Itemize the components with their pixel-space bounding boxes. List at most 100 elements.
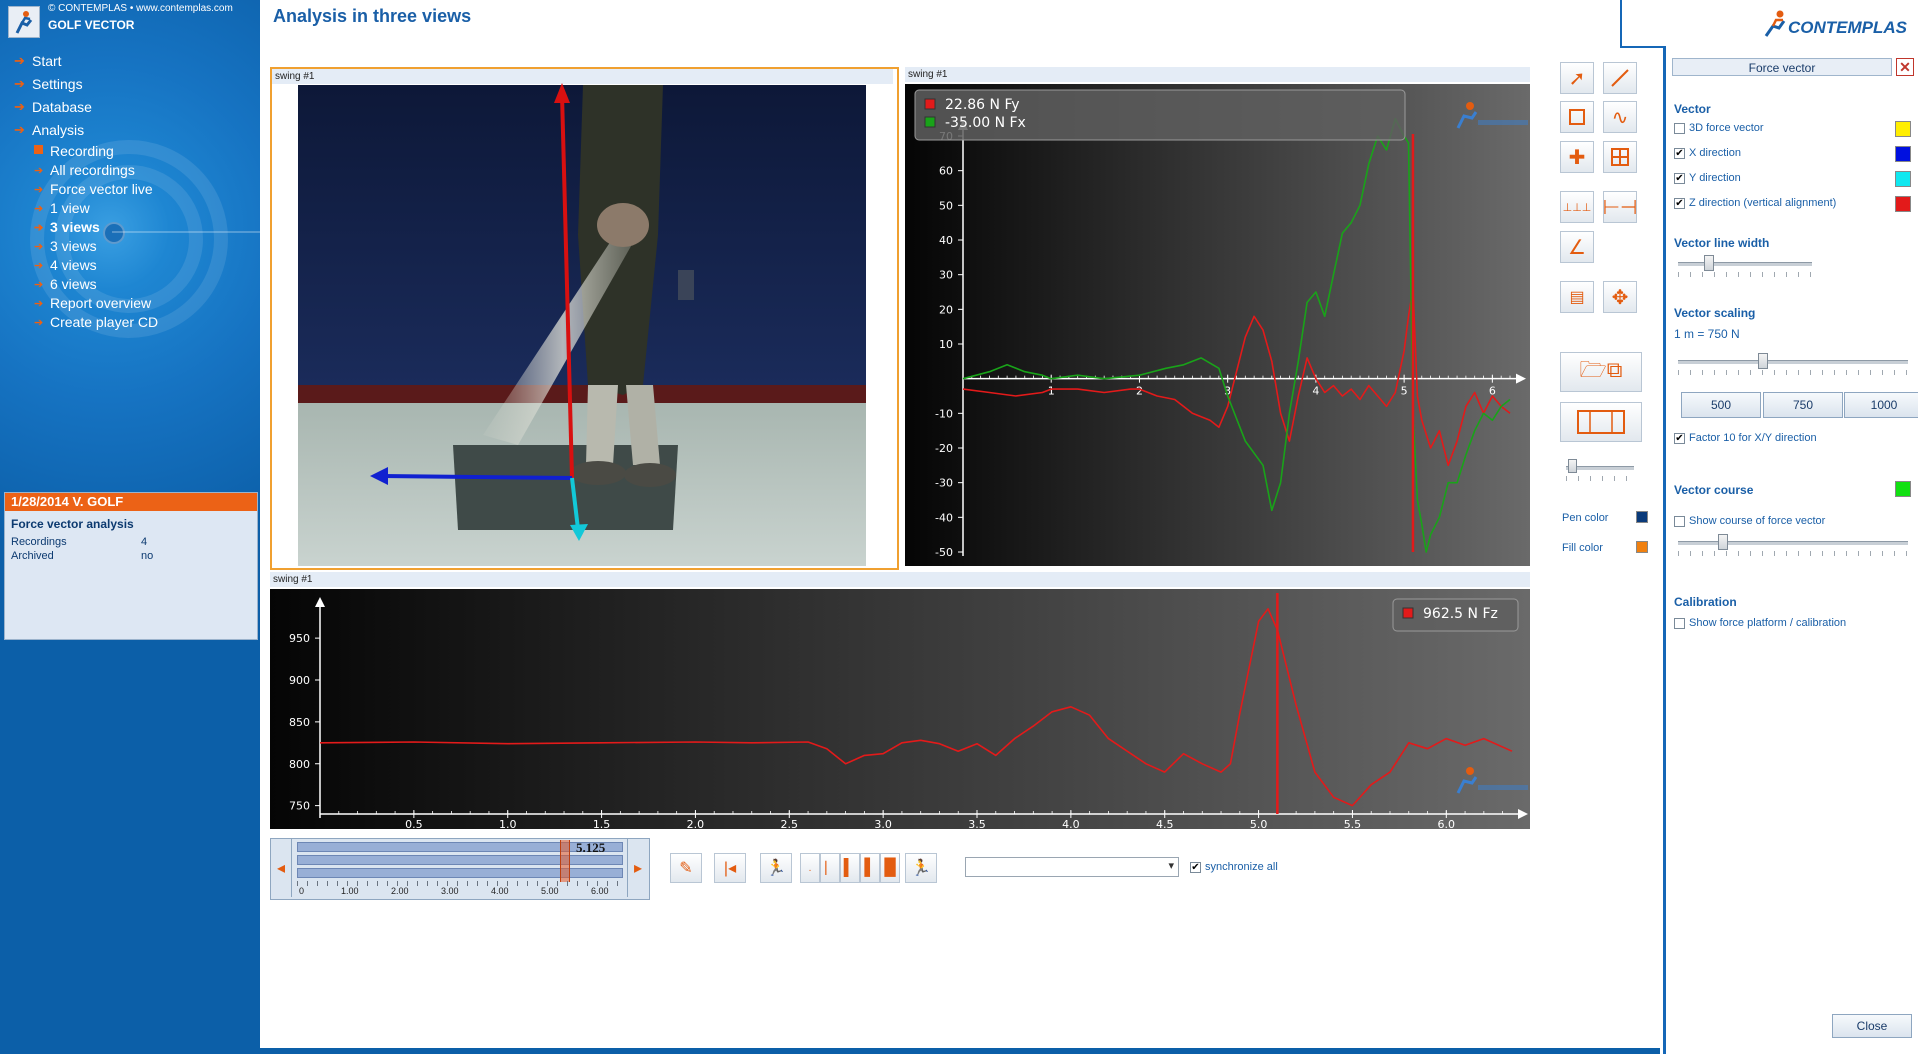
measure-tool-button[interactable]: ⊢⊣ [1603,191,1637,223]
speed-5-button[interactable]: █ [880,853,900,883]
z-force-chart-pane[interactable]: swing #1 950 900 850 800 750 0.5 1.0 1.5 2.0 2.5 3… [270,572,1530,829]
faster-button[interactable]: 🏃 [905,853,937,883]
grid-tool-button[interactable] [1603,141,1637,173]
y-tick-label: 950 [289,632,310,645]
sub-item-create-player-cd[interactable]: ➔ Create player CD [34,314,158,330]
nav-item-analysis[interactable]: ➔ Analysis [14,122,84,138]
nav-item-settings[interactable]: ➔ Settings [14,76,83,92]
checkbox[interactable]: ✔ [1674,147,1685,159]
transparency-slider[interactable] [1566,459,1634,481]
slider-thumb[interactable] [1568,459,1577,473]
option-show-course[interactable]: Show course of force vector [1674,515,1825,527]
slider-thumb[interactable] [1758,353,1768,369]
timeline-prev-button[interactable]: ◂ [271,839,292,897]
notes-tool-button[interactable]: ▤ [1560,281,1594,313]
timeline-scrubber[interactable]: ◂ ▸ 5.125 0 1.00 2.00 3.00 4.00 5.00 6.00 [270,838,650,900]
color-swatch-cyan[interactable] [1895,171,1911,187]
xy-force-chart-pane[interactable]: swing #1 70605040302010-10-20-30-40-5012… [905,67,1530,566]
fill-color-swatch[interactable] [1636,541,1648,553]
fill-color-label: Fill color [1562,542,1603,554]
archived-value: no [141,550,154,562]
view-select[interactable]: ▾ [965,857,1179,877]
speed-1-button[interactable]: . [800,853,820,883]
angle-tool-button[interactable]: ∠ [1560,231,1594,263]
color-swatch-red[interactable] [1895,196,1911,212]
close-button[interactable]: Close [1832,1014,1912,1038]
checkbox[interactable]: ✔ [1674,432,1685,444]
option-factor-10[interactable]: ✔ Factor 10 for X/Y direction [1674,432,1817,444]
checkbox[interactable] [1674,515,1685,527]
arrow-tool-button[interactable]: ➚ [1560,62,1594,94]
option-y-direction[interactable]: ✔ Y direction [1674,172,1741,184]
speed-2-button[interactable]: ▏ [820,853,840,883]
checkbox[interactable]: ✔ [1674,197,1685,209]
filmstrip-button[interactable] [1560,402,1642,442]
color-swatch-green[interactable] [1895,481,1911,497]
numbering-tool-button[interactable]: ⊥⊥⊥ [1560,191,1594,223]
timeline-next-button[interactable]: ▸ [627,839,648,897]
slider-thumb[interactable] [1704,255,1714,271]
timeline-track[interactable] [297,855,623,865]
nav-label: Start [32,53,62,69]
nav-item-start[interactable]: ➔ Start [14,53,62,69]
sub-item-3-views[interactable]: ➔ 3 views [34,238,97,254]
checkbox[interactable]: ✔ [1674,172,1685,184]
line-width-slider[interactable] [1678,255,1812,277]
pen-color-swatch[interactable] [1636,511,1648,523]
option-x-direction[interactable]: ✔ X direction [1674,147,1741,159]
force-vector-panel: Force vector ✕ Vector 3D force vector ✔ X… [1663,46,1918,1054]
slower-button[interactable]: 🏃 [760,853,792,883]
option-3d-force-vector[interactable]: 3D force vector [1674,122,1764,134]
go-to-start-button[interactable]: |◂ [714,853,746,883]
video-pane[interactable]: swing #1 [270,67,899,570]
toggle-marker-button[interactable]: ✎ [670,853,702,883]
crosshair-tool-button[interactable]: ✚ [1560,141,1594,173]
close-icon[interactable]: ✕ [1896,58,1914,76]
checkbox[interactable] [1674,122,1685,134]
checkbox[interactable] [1674,617,1685,629]
timeline-tick-label: 2.00 [391,886,409,896]
timeline-cursor[interactable] [560,840,571,882]
filmstrip-icon [1577,410,1625,434]
slider-thumb[interactable] [1718,534,1728,550]
speed-4-button[interactable]: ▌ [860,853,880,883]
arrow-right-icon: ➔ [34,221,44,234]
marker-icon: ✎ [679,860,693,877]
timeline-tick-label: 3.00 [441,886,459,896]
color-swatch-yellow[interactable] [1895,121,1911,137]
arrow-right-icon: ➔ [34,278,44,291]
rectangle-tool-button[interactable] [1560,101,1594,133]
sub-item-force-vector-live[interactable]: ➔ Force vector live [34,181,153,197]
curve-tool-button[interactable]: ∿ [1603,101,1637,133]
speed-3-button[interactable]: ▍ [840,853,860,883]
sub-item-4-views[interactable]: ➔ 4 views [34,257,97,273]
course-slider[interactable] [1678,534,1908,556]
legend-label: 962.5 N Fz [1423,606,1498,622]
synchronize-all-option[interactable]: ✔ synchronize all [1190,861,1278,873]
sub-label: Create player CD [50,314,159,330]
option-show-calibration[interactable]: Show force platform / calibration [1674,617,1846,629]
timeline-track[interactable] [297,842,623,852]
scale-1000-button[interactable]: 1000 [1844,392,1918,418]
sub-item-1-view[interactable]: ➔ 1 view [34,200,90,216]
scale-500-button[interactable]: 500 [1681,392,1761,418]
sub-item-3-views-active[interactable]: ➔ 3 views [34,219,100,235]
color-swatch-blue[interactable] [1895,146,1911,162]
sub-item-all-recordings[interactable]: ➔ All recordings [34,162,135,178]
pen-color-label: Pen color [1562,512,1609,524]
sub-item-6-views[interactable]: ➔ 6 views [34,276,97,292]
option-z-direction[interactable]: ✔ Z direction (vertical alignment) [1674,197,1836,209]
sub-item-recording[interactable]: Recording [34,143,114,159]
x-tick-label: 4.5 [1156,818,1174,829]
scale-750-button[interactable]: 750 [1763,392,1843,418]
timeline-track[interactable] [297,868,623,878]
sub-item-report-overview[interactable]: ➔ Report overview [34,295,151,311]
move-tool-button[interactable]: ✥ [1603,281,1637,313]
nav-item-database[interactable]: ➔ Database [14,99,92,115]
watermark-text-bar [1478,785,1528,790]
scaling-slider[interactable] [1678,353,1908,375]
timeline-tick-label: 0 [299,886,305,896]
checkbox[interactable]: ✔ [1190,861,1201,873]
open-overlay-button[interactable]: 🗁⧉ [1560,352,1642,392]
line-tool-button[interactable] [1603,62,1637,94]
